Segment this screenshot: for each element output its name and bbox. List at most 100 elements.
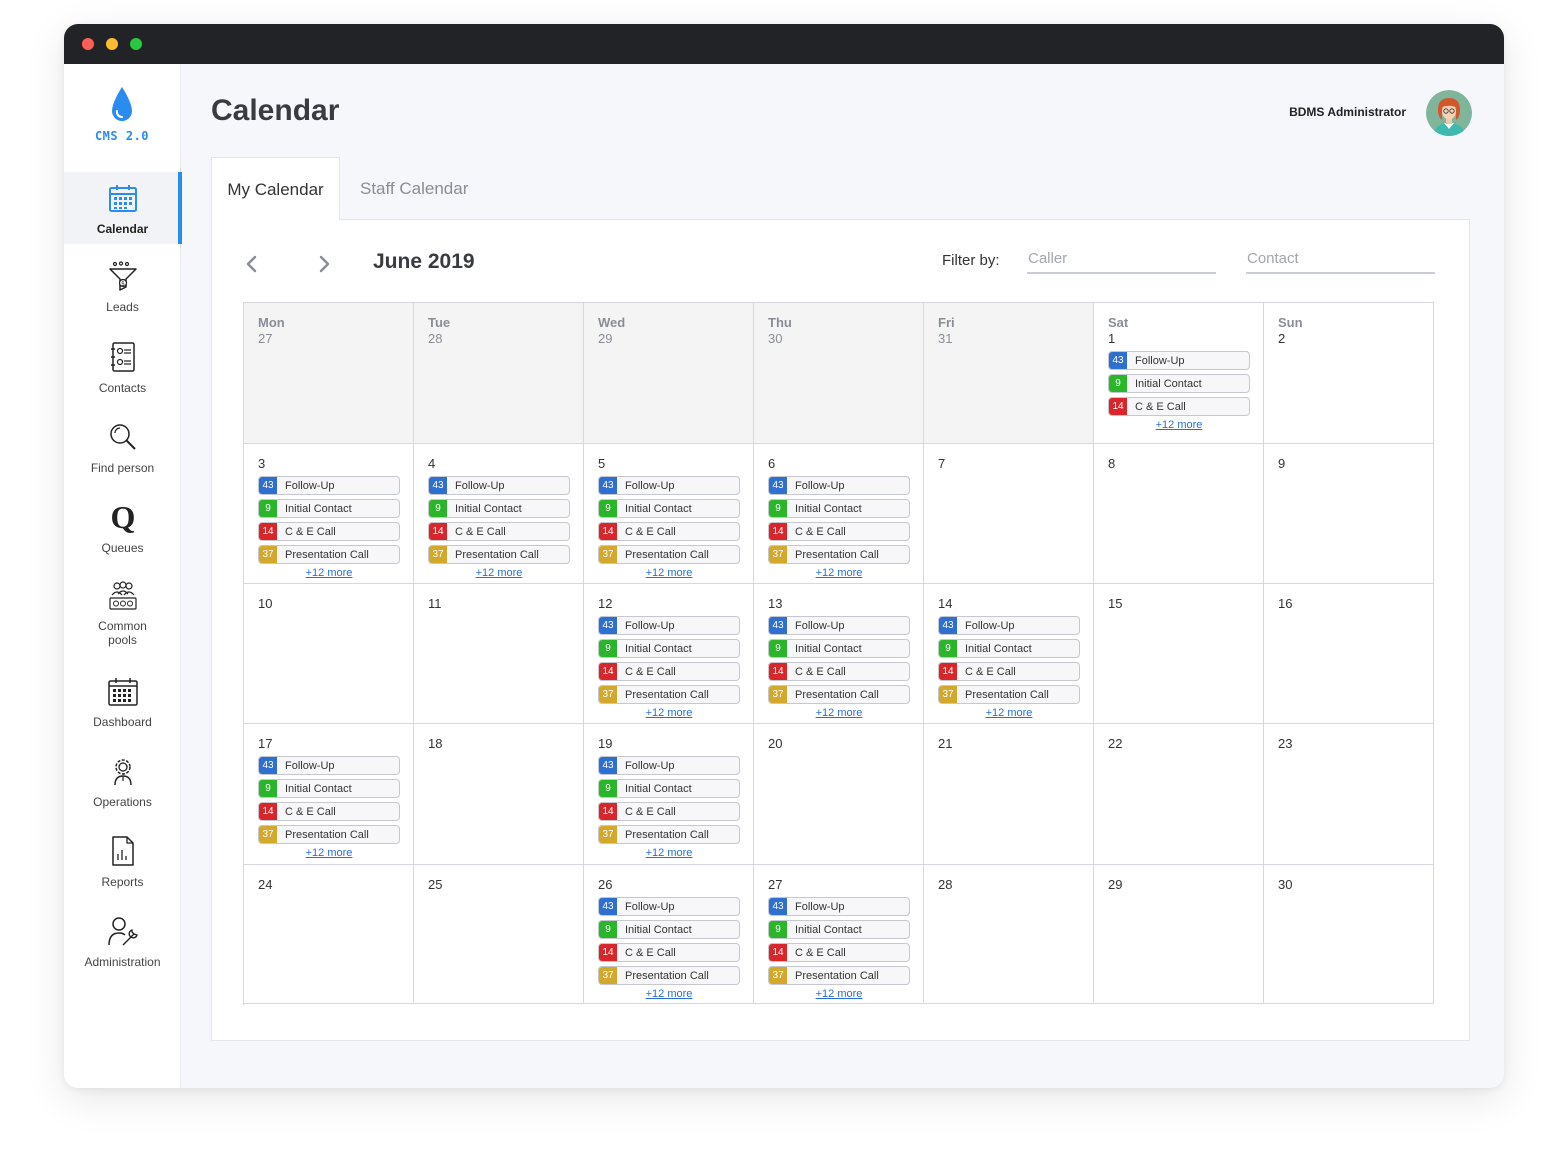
event-chip[interactable]: 43 Follow-Up [258, 476, 400, 495]
calendar-day-cell[interactable]: 28 [924, 865, 1094, 1004]
more-events-link[interactable]: +12 more [1108, 419, 1250, 431]
more-events-link[interactable]: +12 more [598, 707, 740, 719]
calendar-day-cell[interactable]: Sun 2 [1264, 303, 1434, 444]
calendar-day-cell[interactable]: 15 [1094, 584, 1264, 724]
calendar-day-cell[interactable]: 27 43 Follow-Up 9 Initial Contact 14 C & E Cal… [754, 865, 924, 1004]
calendar-day-cell[interactable]: 10 [244, 584, 414, 724]
more-events-link[interactable]: +12 more [598, 847, 740, 859]
tab-staff-calendar[interactable]: Staff Calendar [360, 157, 470, 220]
event-chip[interactable]: 43 Follow-Up [768, 616, 910, 635]
calendar-day-cell[interactable]: 22 [1094, 724, 1264, 865]
calendar-day-cell[interactable]: 14 43 Follow-Up 9 Initial Contact 14 C & E Cal… [924, 584, 1094, 724]
calendar-day-cell[interactable]: 21 [924, 724, 1094, 865]
event-chip[interactable]: 43 Follow-Up [1108, 351, 1250, 370]
calendar-day-cell[interactable]: 4 43 Follow-Up 9 Initial Contact 14 C & E Call… [414, 444, 584, 584]
calendar-day-cell[interactable]: 20 [754, 724, 924, 865]
event-chip[interactable]: 14 C & E Call [598, 802, 740, 821]
event-chip[interactable]: 43 Follow-Up [598, 476, 740, 495]
event-chip[interactable]: 14 C & E Call [768, 522, 910, 541]
event-chip[interactable]: 43 Follow-Up [598, 616, 740, 635]
more-events-link[interactable]: +12 more [258, 567, 400, 579]
calendar-day-cell[interactable]: 11 [414, 584, 584, 724]
event-chip[interactable]: 14 C & E Call [598, 522, 740, 541]
event-chip[interactable]: 43 Follow-Up [598, 756, 740, 775]
event-chip[interactable]: 9 Initial Contact [258, 779, 400, 798]
more-events-link[interactable]: +12 more [768, 707, 910, 719]
next-month-button[interactable] [313, 253, 335, 275]
event-chip[interactable]: 37 Presentation Call [598, 966, 740, 985]
calendar-day-cell[interactable]: Thu 30 [754, 303, 924, 444]
calendar-day-cell[interactable]: 17 43 Follow-Up 9 Initial Contact 14 C & E Cal… [244, 724, 414, 865]
event-chip[interactable]: 9 Initial Contact [768, 639, 910, 658]
close-window-button[interactable] [82, 38, 94, 50]
event-chip[interactable]: 37 Presentation Call [768, 545, 910, 564]
calendar-day-cell[interactable]: Mon 27 [244, 303, 414, 444]
event-chip[interactable]: 14 C & E Call [938, 662, 1080, 681]
sidebar-item-calendar[interactable]: Calendar [64, 172, 182, 244]
event-chip[interactable]: 43 Follow-Up [938, 616, 1080, 635]
more-events-link[interactable]: +12 more [598, 988, 740, 1000]
event-chip[interactable]: 14 C & E Call [768, 943, 910, 962]
event-chip[interactable]: 9 Initial Contact [428, 499, 570, 518]
contact-filter-input[interactable] [1246, 244, 1435, 274]
event-chip[interactable]: 37 Presentation Call [598, 825, 740, 844]
event-chip[interactable]: 14 C & E Call [1108, 397, 1250, 416]
event-chip[interactable]: 43 Follow-Up [768, 897, 910, 916]
calendar-day-cell[interactable]: 8 [1094, 444, 1264, 584]
event-chip[interactable]: 9 Initial Contact [1108, 374, 1250, 393]
more-events-link[interactable]: +12 more [768, 988, 910, 1000]
calendar-day-cell[interactable]: Tue 28 [414, 303, 584, 444]
event-chip[interactable]: 37 Presentation Call [258, 545, 400, 564]
more-events-link[interactable]: +12 more [768, 567, 910, 579]
calendar-day-cell[interactable]: 9 [1264, 444, 1434, 584]
event-chip[interactable]: 14 C & E Call [598, 943, 740, 962]
event-chip[interactable]: 9 Initial Contact [598, 920, 740, 939]
calendar-day-cell[interactable]: 19 43 Follow-Up 9 Initial Contact 14 C & E Cal… [584, 724, 754, 865]
maximize-window-button[interactable] [130, 38, 142, 50]
event-chip[interactable]: 37 Presentation Call [598, 685, 740, 704]
caller-filter-input[interactable] [1027, 244, 1216, 274]
avatar[interactable] [1426, 90, 1472, 136]
calendar-day-cell[interactable]: 30 [1264, 865, 1434, 1004]
user-name[interactable]: BDMS Administrator [1289, 105, 1406, 119]
event-chip[interactable]: 9 Initial Contact [598, 639, 740, 658]
tab-my-calendar[interactable]: My Calendar [211, 157, 340, 220]
more-events-link[interactable]: +12 more [598, 567, 740, 579]
calendar-day-cell[interactable]: Fri 31 [924, 303, 1094, 444]
previous-month-button[interactable] [241, 253, 263, 275]
event-chip[interactable]: 43 Follow-Up [428, 476, 570, 495]
calendar-day-cell[interactable]: 3 43 Follow-Up 9 Initial Contact 14 C & E Call… [244, 444, 414, 584]
calendar-day-cell[interactable]: 6 43 Follow-Up 9 Initial Contact 14 C & E Call… [754, 444, 924, 584]
calendar-day-cell[interactable]: 7 [924, 444, 1094, 584]
sidebar-item-administration[interactable]: Administration [64, 915, 181, 969]
event-chip[interactable]: 9 Initial Contact [938, 639, 1080, 658]
minimize-window-button[interactable] [106, 38, 118, 50]
calendar-day-cell[interactable]: Sat 1 43 Follow-Up 9 Initial Contact 14 C & E C… [1094, 303, 1264, 444]
event-chip[interactable]: 14 C & E Call [598, 662, 740, 681]
sidebar-item-leads[interactable]: $ Leads [64, 260, 181, 314]
event-chip[interactable]: 9 Initial Contact [768, 920, 910, 939]
calendar-day-cell[interactable]: 5 43 Follow-Up 9 Initial Contact 14 C & E Call… [584, 444, 754, 584]
event-chip[interactable]: 9 Initial Contact [598, 499, 740, 518]
sidebar-item-reports[interactable]: Reports [64, 835, 181, 889]
calendar-day-cell[interactable]: 25 [414, 865, 584, 1004]
sidebar-item-find-person[interactable]: Find person [64, 421, 181, 475]
sidebar-item-operations[interactable]: Operations [64, 755, 181, 809]
calendar-day-cell[interactable]: 29 [1094, 865, 1264, 1004]
calendar-day-cell[interactable]: 23 [1264, 724, 1434, 865]
sidebar-item-queues[interactable]: Q Queues [64, 501, 181, 555]
more-events-link[interactable]: +12 more [428, 567, 570, 579]
event-chip[interactable]: 37 Presentation Call [258, 825, 400, 844]
event-chip[interactable]: 9 Initial Contact [768, 499, 910, 518]
sidebar-item-common-pools[interactable]: Common pools [64, 581, 181, 647]
more-events-link[interactable]: +12 more [258, 847, 400, 859]
calendar-day-cell[interactable]: 12 43 Follow-Up 9 Initial Contact 14 C & E Cal… [584, 584, 754, 724]
event-chip[interactable]: 14 C & E Call [258, 802, 400, 821]
event-chip[interactable]: 43 Follow-Up [598, 897, 740, 916]
event-chip[interactable]: 37 Presentation Call [598, 545, 740, 564]
event-chip[interactable]: 37 Presentation Call [428, 545, 570, 564]
sidebar-item-contacts[interactable]: Contacts [64, 341, 181, 395]
event-chip[interactable]: 37 Presentation Call [768, 966, 910, 985]
event-chip[interactable]: 14 C & E Call [768, 662, 910, 681]
more-events-link[interactable]: +12 more [938, 707, 1080, 719]
